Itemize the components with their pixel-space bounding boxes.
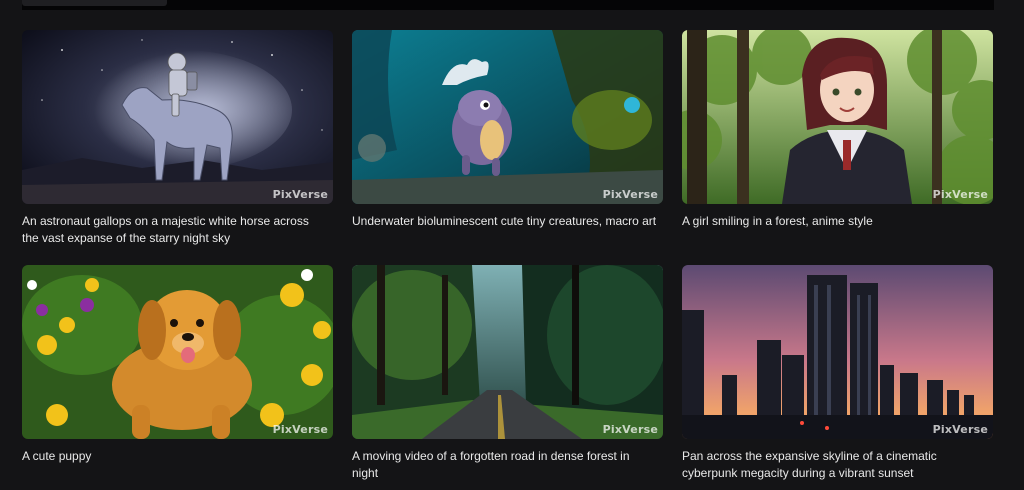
video-thumbnail[interactable]: PixVerse [682,30,993,204]
pixverse-watermark: PixVerse [272,423,328,436]
video-thumbnail[interactable]: PixVerse [352,30,663,204]
card-caption: A girl smiling in a forest, anime style [682,214,873,228]
video-thumbnail[interactable]: PixVerse [22,30,333,204]
astronaut-horse-image [22,30,333,204]
card-caption: A moving video of a forgotten road in de… [352,449,630,480]
pixverse-watermark: PixVerse [602,188,658,201]
pixverse-watermark: PixVerse [932,423,988,436]
top-bar [22,0,994,10]
gallery-card-forest-road[interactable]: PixVerse A moving video of a forgotten r… [352,265,663,490]
anime-girl-image [682,30,993,204]
pixverse-watermark: PixVerse [932,188,988,201]
top-tab[interactable] [22,0,167,6]
gallery-card-anime-girl[interactable]: PixVerse A girl smiling in a forest, ani… [682,30,993,255]
video-thumbnail[interactable]: PixVerse [682,265,993,439]
video-thumbnail[interactable]: PixVerse [22,265,333,439]
gallery-card-cyberpunk[interactable]: PixVerse Pan across the expansive skylin… [682,265,993,490]
pixverse-watermark: PixVerse [602,423,658,436]
forest-road-image [352,265,663,439]
gallery-card-underwater[interactable]: PixVerse Underwater bioluminescent cute … [352,30,663,255]
video-thumbnail[interactable]: PixVerse [352,265,663,439]
video-gallery: PixVerse An astronaut gallops on a majes… [22,30,993,490]
card-caption: An astronaut gallops on a majestic white… [22,214,309,245]
pixverse-watermark: PixVerse [272,188,328,201]
cyberpunk-skyline-image [682,265,993,439]
card-caption: A cute puppy [22,449,92,463]
gallery-card-puppy[interactable]: PixVerse A cute puppy [22,265,333,490]
underwater-creature-image [352,30,663,204]
card-caption: Pan across the expansive skyline of a ci… [682,449,937,480]
card-caption: Underwater bioluminescent cute tiny crea… [352,214,657,228]
puppy-image [22,265,333,439]
gallery-card-astronaut[interactable]: PixVerse An astronaut gallops on a majes… [22,30,333,255]
